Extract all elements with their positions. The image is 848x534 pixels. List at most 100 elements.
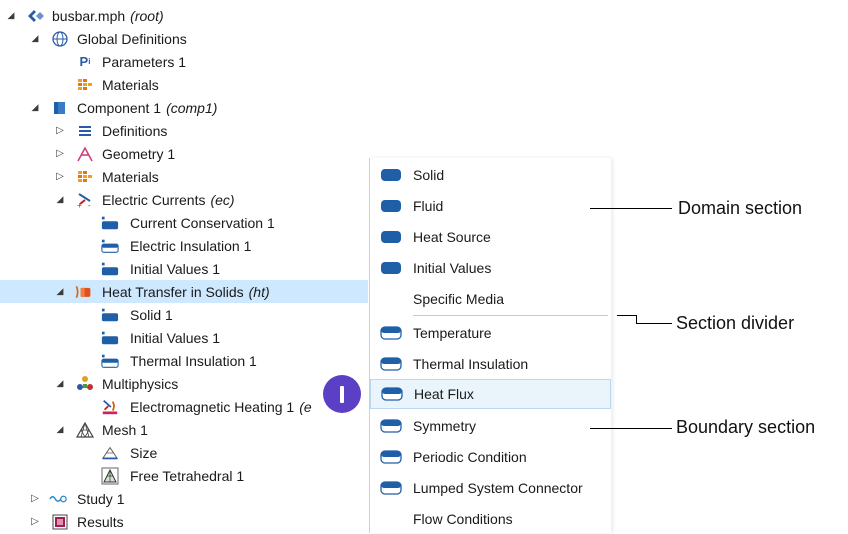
tree-node-electric-insulation[interactable]: Electric Insulation 1 <box>0 234 368 257</box>
callout-section-divider: Section divider <box>676 313 795 333</box>
menu-item-label: Temperature <box>413 325 492 341</box>
tree-node-multiphysics[interactable]: ◢ Multiphysics <box>0 372 368 395</box>
tree-node-em-heating[interactable]: Electromagnetic Heating 1 (e <box>0 395 368 418</box>
collapse-triangle-icon[interactable]: ◢ <box>55 286 65 297</box>
tree-node-definitions[interactable]: ▷ Definitions <box>0 119 368 142</box>
tree-label: Definitions <box>102 122 168 139</box>
menu-item-thermal-insulation[interactable]: Thermal Insulation <box>370 349 611 379</box>
tree-label: Global Definitions <box>77 30 187 47</box>
tree-node-materials-global[interactable]: Materials <box>0 73 368 96</box>
domain-feature-icon <box>101 260 119 278</box>
menu-item-label: Periodic Condition <box>413 449 527 465</box>
domain-feature-icon <box>101 306 119 324</box>
collapse-triangle-icon[interactable]: ◢ <box>30 33 40 44</box>
tree-label: Results <box>77 513 124 530</box>
callout-line-domain <box>590 208 672 209</box>
tree-node-current-conservation[interactable]: Current Conservation 1 <box>0 211 368 234</box>
expand-triangle-icon[interactable]: ▷ <box>30 516 40 527</box>
tree-label: Component 1 <box>77 99 162 116</box>
boundary-feature-icon <box>380 481 402 495</box>
tree-label: Materials <box>102 76 159 93</box>
tree-node-global-definitions[interactable]: ◢ Global Definitions <box>0 27 368 50</box>
tree-node-electric-currents[interactable]: ◢ + - Electric Currents (ec) <box>0 188 368 211</box>
boundary-feature-icon <box>101 237 119 255</box>
tree-node-study[interactable]: ▷ Study 1 <box>0 487 368 510</box>
menu-item-flow-conditions[interactable]: Flow Conditions <box>370 504 611 534</box>
tree-label: Electromagnetic Heating 1 <box>130 398 295 415</box>
boundary-feature-icon <box>380 450 402 464</box>
menu-item-label: Solid <box>413 167 445 183</box>
tree-node-results[interactable]: ▷ Results <box>0 510 368 533</box>
svg-text:+: + <box>77 201 82 209</box>
tree-node-parameters[interactable]: Pi Parameters 1 <box>0 50 368 73</box>
menu-item-initial-values[interactable]: Initial Values <box>370 253 611 283</box>
domain-feature-icon <box>101 329 119 347</box>
menu-item-specific-media[interactable]: Specific Media <box>370 284 611 314</box>
electric-currents-icon: + - <box>76 191 94 209</box>
callout-line-divider-c <box>636 323 672 324</box>
collapse-triangle-icon[interactable]: ◢ <box>55 424 65 435</box>
multiphysics-icon <box>76 375 94 393</box>
globe-icon <box>51 30 69 48</box>
menu-item-label: Heat Source <box>413 229 491 245</box>
tree-label: Thermal Insulation 1 <box>130 352 257 369</box>
collapse-triangle-icon[interactable]: ◢ <box>55 378 65 389</box>
domain-feature-icon <box>381 200 401 212</box>
menu-item-label: Lumped System Connector <box>413 480 583 496</box>
menu-item-symmetry[interactable]: Symmetry <box>370 411 611 441</box>
tree-label: Size <box>130 444 158 461</box>
menu-item-heat-flux[interactable]: Heat Flux <box>370 379 611 409</box>
model-tree: ◢ busbar.mph (root) ◢ Global Definitions … <box>0 0 368 533</box>
tree-node-component[interactable]: ◢ Component 1 (comp1) <box>0 96 368 119</box>
domain-feature-icon <box>101 214 119 232</box>
tree-node-heat-transfer[interactable]: ◢ Heat Transfer in Solids (ht) <box>0 280 368 303</box>
results-icon <box>51 513 69 531</box>
context-menu: Solid Fluid Heat Source Initial Values S… <box>369 158 611 533</box>
boundary-feature-icon <box>381 387 403 401</box>
tree-label: Solid 1 <box>130 306 173 323</box>
tree-label: Electric Insulation 1 <box>130 237 252 254</box>
svg-text:-: - <box>88 201 91 209</box>
tree-tag: (e <box>299 398 312 415</box>
callout-line-boundary <box>590 428 672 429</box>
materials-icon <box>76 168 94 186</box>
tree-label: Free Tetrahedral 1 <box>130 467 245 484</box>
collapse-triangle-icon[interactable]: ◢ <box>6 10 16 21</box>
tree-label: Study 1 <box>77 490 125 507</box>
menu-item-solid[interactable]: Solid <box>370 160 611 190</box>
domain-feature-icon <box>381 169 401 181</box>
tree-node-solid[interactable]: Solid 1 <box>0 303 368 326</box>
expand-triangle-icon[interactable]: ▷ <box>30 493 40 504</box>
tree-node-root[interactable]: ◢ busbar.mph (root) <box>0 4 368 27</box>
geometry-icon <box>76 145 94 163</box>
menu-section-divider <box>413 315 608 316</box>
menu-item-lumped-system-connector[interactable]: Lumped System Connector <box>370 473 611 503</box>
tree-node-initial-values-ht[interactable]: Initial Values 1 <box>0 326 368 349</box>
tree-node-materials-comp[interactable]: ▷ Materials <box>0 165 368 188</box>
size-icon <box>101 444 119 462</box>
pointer-marker-icon <box>323 375 361 413</box>
expand-triangle-icon[interactable]: ▷ <box>55 148 65 159</box>
tree-label: Heat Transfer in Solids <box>102 283 244 300</box>
tree-node-geometry[interactable]: ▷ Geometry 1 <box>0 142 368 165</box>
collapse-triangle-icon[interactable]: ◢ <box>30 102 40 113</box>
tree-node-thermal-insulation[interactable]: Thermal Insulation 1 <box>0 349 368 372</box>
menu-item-periodic-condition[interactable]: Periodic Condition <box>370 442 611 472</box>
boundary-feature-icon <box>101 352 119 370</box>
parameters-icon: Pi <box>79 54 91 69</box>
tree-label: Geometry 1 <box>102 145 176 162</box>
tree-node-free-tet[interactable]: Free Tetrahedral 1 <box>0 464 368 487</box>
menu-item-temperature[interactable]: Temperature <box>370 318 611 348</box>
menu-item-fluid[interactable]: Fluid <box>370 191 611 221</box>
collapse-triangle-icon[interactable]: ◢ <box>55 194 65 205</box>
heat-transfer-icon <box>74 283 92 301</box>
menu-item-label: Specific Media <box>413 291 505 307</box>
materials-icon <box>76 76 94 94</box>
tree-node-mesh[interactable]: ◢ Mesh 1 <box>0 418 368 441</box>
tree-node-initial-values-ec[interactable]: Initial Values 1 <box>0 257 368 280</box>
expand-triangle-icon[interactable]: ▷ <box>55 171 65 182</box>
menu-item-heat-source[interactable]: Heat Source <box>370 222 611 252</box>
boundary-feature-icon <box>380 326 402 340</box>
expand-triangle-icon[interactable]: ▷ <box>55 125 65 136</box>
tree-node-size[interactable]: Size <box>0 441 368 464</box>
